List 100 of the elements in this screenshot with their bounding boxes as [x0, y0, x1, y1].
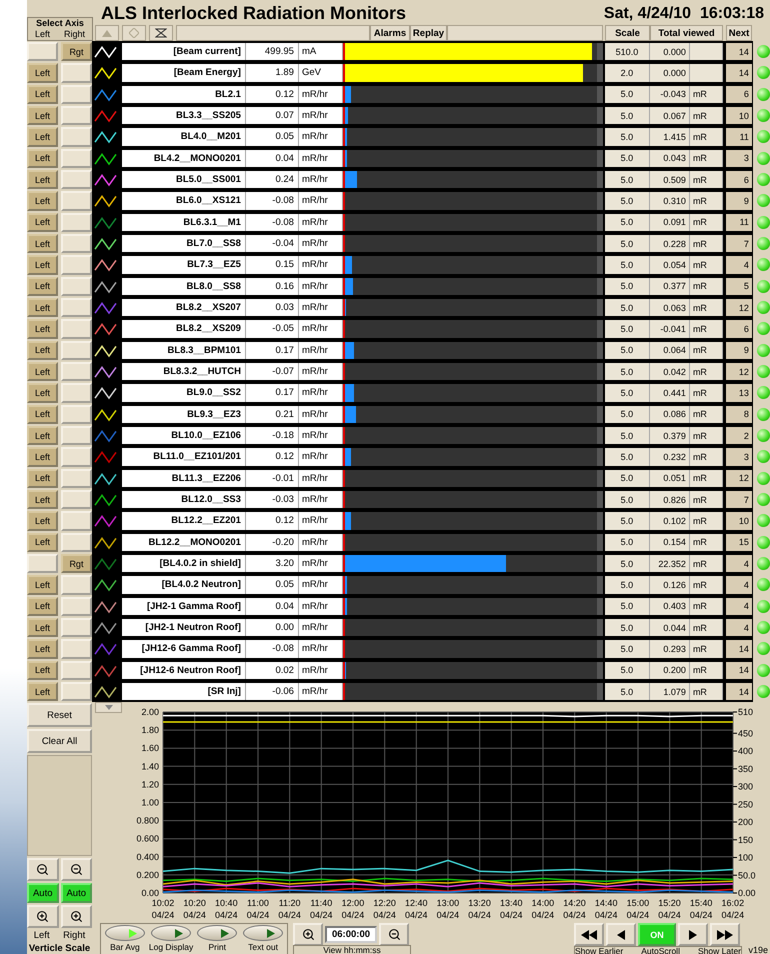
forward-button[interactable] [678, 923, 708, 946]
axis-button[interactable] [60, 340, 92, 360]
nav-label: AutoScroll [641, 947, 680, 954]
axis-button[interactable] [60, 596, 92, 616]
axis-button[interactable] [60, 106, 92, 126]
tool-button[interactable] [149, 25, 173, 41]
time-span-field[interactable]: 06:00:00 [325, 926, 377, 943]
axis-button[interactable]: Rgt [60, 554, 92, 574]
next-value: 10 [726, 512, 752, 530]
axis-button[interactable] [27, 42, 58, 62]
axis-button[interactable]: Left [27, 84, 58, 104]
axis-button[interactable]: Left [27, 383, 58, 403]
axis-button[interactable]: Left [27, 618, 58, 638]
axis-button[interactable]: Left [27, 255, 58, 275]
axis-button[interactable]: Left [27, 660, 58, 680]
axis-button[interactable] [60, 639, 92, 659]
axis-button[interactable] [60, 532, 92, 552]
reading-value: 0.15 [246, 256, 299, 274]
fast-forward-button[interactable] [710, 923, 740, 946]
scale-value: 5.0 [604, 342, 650, 359]
zoom-out-button[interactable] [60, 858, 92, 882]
scale-value: 5.0 [604, 448, 650, 466]
axis-button[interactable]: Left [27, 532, 58, 552]
axis-button[interactable]: Left [27, 426, 58, 446]
axis-button[interactable]: Left [27, 447, 58, 467]
zoom-out-button[interactable] [379, 922, 409, 946]
axis-button[interactable]: Left [27, 170, 58, 190]
axis-button[interactable]: Left [27, 639, 58, 659]
axis-button[interactable] [27, 554, 58, 574]
axis-button[interactable] [60, 383, 92, 403]
zoom-out-button[interactable] [27, 858, 58, 882]
axis-button[interactable]: Left [27, 404, 58, 424]
axis-button[interactable]: Left [27, 682, 58, 702]
axis-button[interactable]: Left [27, 148, 58, 168]
axis-button[interactable] [60, 575, 92, 595]
scale-value: 5.0 [604, 682, 650, 700]
axis-button[interactable]: Left [27, 468, 58, 488]
auto-button[interactable]: Auto [60, 883, 92, 904]
rewind-button[interactable] [574, 923, 604, 946]
axis-button[interactable]: Left [27, 106, 58, 126]
reading-value: -0.07 [246, 362, 299, 380]
reading-unit: mR/hr [298, 490, 343, 508]
dropdown-button[interactable] [95, 702, 122, 714]
axis-button[interactable] [60, 255, 92, 275]
axis-button[interactable]: Left [27, 276, 58, 296]
axis-button[interactable]: Left [27, 575, 58, 595]
axis-button[interactable] [60, 490, 92, 510]
axis-button[interactable] [60, 84, 92, 104]
axis-button[interactable]: Left [27, 362, 58, 382]
clear-all-button[interactable]: Clear All [27, 729, 92, 754]
zoom-out-icon [70, 863, 83, 876]
axis-button[interactable] [60, 298, 92, 318]
axis-button[interactable]: Left [27, 212, 58, 232]
view-label: View hh:mm:ss [293, 945, 411, 954]
axis-button[interactable] [60, 170, 92, 190]
axis-button[interactable]: Rgt [60, 42, 92, 62]
axis-button[interactable]: Left [27, 127, 58, 147]
auto-button[interactable]: Auto [27, 883, 58, 904]
alarms-button[interactable]: Alarms [370, 25, 410, 41]
axis-button[interactable] [60, 127, 92, 147]
monitor-name: BL11.0__EZ101/201 [122, 448, 246, 466]
axis-button[interactable] [60, 426, 92, 446]
axis-button[interactable] [60, 660, 92, 680]
back-button[interactable] [606, 923, 636, 946]
axis-button[interactable] [60, 148, 92, 168]
axis-button[interactable]: Left [27, 511, 58, 531]
axis-button[interactable]: Left [27, 596, 58, 616]
axis-button[interactable]: Left [27, 490, 58, 510]
scale-value: 5.0 [604, 470, 650, 487]
axis-button[interactable] [60, 468, 92, 488]
axis-button[interactable] [60, 276, 92, 296]
axis-button[interactable] [60, 234, 92, 254]
axis-button[interactable]: Left [27, 298, 58, 318]
replay-button[interactable]: Replay [410, 25, 447, 41]
axis-button[interactable]: Left [27, 191, 58, 211]
zoom-in-button[interactable] [27, 905, 58, 928]
zoom-in-button[interactable] [293, 922, 323, 946]
axis-button[interactable] [60, 362, 92, 382]
next-value: 3 [726, 448, 752, 466]
axis-button[interactable] [60, 511, 92, 531]
axis-button[interactable] [60, 212, 92, 232]
up-arrow-icon [102, 30, 112, 36]
scale-value: 5.0 [604, 362, 650, 380]
zoom-in-button[interactable] [60, 905, 92, 928]
axis-button[interactable]: Left [27, 234, 58, 254]
axis-button[interactable] [60, 63, 92, 83]
axis-button[interactable] [60, 682, 92, 702]
axis-button[interactable] [60, 191, 92, 211]
reading-value: 0.17 [246, 342, 299, 359]
axis-button[interactable]: Left [27, 319, 58, 339]
rewind-icon [581, 930, 597, 940]
axis-label: 04/24 [372, 910, 397, 922]
axis-button[interactable]: Left [27, 63, 58, 83]
axis-button[interactable] [60, 447, 92, 467]
reset-button[interactable]: Reset [27, 703, 92, 728]
axis-button[interactable] [60, 319, 92, 339]
axis-button[interactable] [60, 618, 92, 638]
axis-button[interactable] [60, 404, 92, 424]
next-value: 4 [726, 554, 752, 572]
axis-button[interactable]: Left [27, 340, 58, 360]
